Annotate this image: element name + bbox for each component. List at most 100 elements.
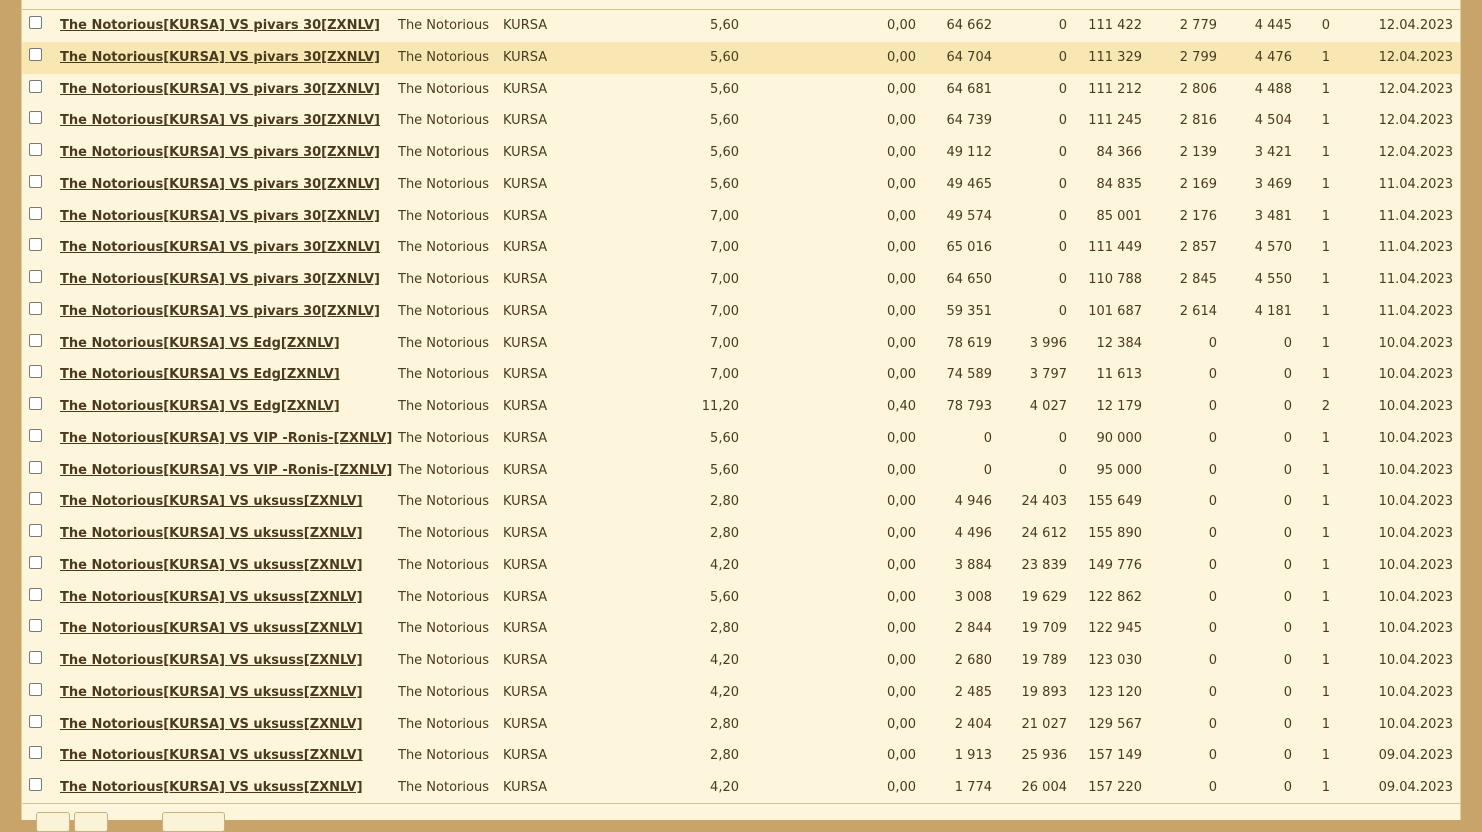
row-select-checkbox[interactable] [29, 238, 42, 252]
table-row: The Notorious[KURSA] VS uksuss[ZXNLV] Th… [22, 550, 1460, 582]
team-name: The Notorious [398, 462, 489, 478]
value-h: 1 [1321, 621, 1330, 637]
row-select-checkbox[interactable] [29, 524, 42, 537]
value-d: 24 403 [1021, 494, 1068, 510]
team-name: The Notorious [398, 748, 489, 764]
clan-tag: KURSA [503, 272, 548, 287]
value-h: 1 [1321, 208, 1330, 224]
value-h: 1 [1321, 81, 1330, 97]
row-select-checkbox[interactable] [29, 587, 42, 601]
value-c: 2 485 [954, 684, 992, 700]
row-select-checkbox[interactable] [29, 714, 42, 728]
value-g: 3 469 [1254, 176, 1292, 192]
pagination-page-button[interactable] [74, 812, 108, 832]
team-name: The Notorious [398, 557, 489, 573]
value-d: 0 [1058, 272, 1067, 287]
clan-tag: KURSA [503, 335, 548, 351]
value-c: 59 351 [946, 303, 993, 319]
clan-tag: KURSA [503, 526, 548, 541]
table-row: The Notorious[KURSA] VS uksuss[ZXNLV] Th… [22, 677, 1460, 709]
value-g: 4 504 [1254, 113, 1292, 129]
value-d: 23 839 [1021, 557, 1068, 573]
value-b: 0,00 [887, 621, 916, 637]
value-a: 2,80 [710, 748, 739, 764]
match-link[interactable]: The Notorious[KURSA] VS uksuss[ZXNLV] [60, 518, 363, 549]
match-link[interactable]: The Notorious[KURSA] VS uksuss[ZXNLV] [60, 677, 363, 708]
value-a: 7,00 [710, 367, 739, 383]
table-row: The Notorious[KURSA] VS uksuss[ZXNLV] Th… [22, 582, 1460, 614]
clan-tag: KURSA [503, 303, 548, 319]
row-select-checkbox[interactable] [29, 206, 42, 220]
value-c: 49 465 [946, 176, 993, 192]
value-e: 84 835 [1096, 176, 1143, 192]
match-link[interactable]: The Notorious[KURSA] VS pivars 30[ZXNLV] [60, 296, 380, 327]
match-date: 12.04.2023 [1378, 113, 1453, 129]
value-c: 65 016 [946, 240, 993, 256]
match-link[interactable]: The Notorious[KURSA] VS uksuss[ZXNLV] [60, 645, 363, 676]
match-link[interactable]: The Notorious[KURSA] VS pivars 30[ZXNLV] [60, 169, 380, 200]
row-select-checkbox[interactable] [29, 333, 42, 347]
match-link[interactable]: The Notorious[KURSA] VS uksuss[ZXNLV] [60, 613, 363, 644]
row-select-checkbox[interactable] [29, 492, 42, 506]
value-f: 2 799 [1179, 49, 1217, 65]
table-row: The Notorious[KURSA] VS pivars 30[ZXNLV]… [22, 74, 1460, 106]
match-link[interactable]: The Notorious[KURSA] VS Edg[ZXNLV] [60, 391, 340, 422]
match-link[interactable]: The Notorious[KURSA] VS uksuss[ZXNLV] [60, 740, 363, 771]
value-e: 111 212 [1088, 81, 1142, 97]
match-link[interactable]: The Notorious[KURSA] VS uksuss[ZXNLV] [60, 550, 363, 581]
match-link[interactable]: The Notorious[KURSA] VS uksuss[ZXNLV] [60, 582, 363, 613]
match-link[interactable]: The Notorious[KURSA] VS VIP -Ronis-[ZXNL… [60, 455, 392, 486]
value-g: 0 [1283, 748, 1292, 764]
row-select-checkbox[interactable] [29, 619, 42, 633]
match-link[interactable]: The Notorious[KURSA] VS pivars 30[ZXNLV] [60, 42, 380, 73]
value-f: 2 614 [1179, 303, 1217, 319]
pagination-prev-button[interactable] [36, 812, 70, 832]
match-link[interactable]: The Notorious[KURSA] VS Edg[ZXNLV] [60, 359, 340, 390]
row-select-checkbox[interactable] [29, 301, 42, 315]
row-select-checkbox[interactable] [29, 270, 42, 283]
match-link[interactable]: The Notorious[KURSA] VS uksuss[ZXNLV] [60, 772, 363, 803]
table-row: The Notorious[KURSA] VS pivars 30[ZXNLV]… [22, 296, 1460, 328]
match-link[interactable]: The Notorious[KURSA] VS pivars 30[ZXNLV] [60, 201, 380, 232]
row-select-checkbox[interactable] [29, 143, 42, 156]
match-link[interactable]: The Notorious[KURSA] VS pivars 30[ZXNLV] [60, 264, 380, 295]
row-select-checkbox[interactable] [29, 111, 42, 125]
value-a: 4,20 [710, 653, 739, 668]
row-select-checkbox[interactable] [29, 651, 42, 664]
value-e: 129 567 [1088, 716, 1142, 732]
value-a: 5,60 [710, 145, 739, 160]
row-select-checkbox[interactable] [29, 428, 42, 442]
value-b: 0,00 [887, 430, 916, 446]
row-select-checkbox[interactable] [29, 746, 42, 760]
value-a: 7,00 [710, 272, 739, 287]
match-table: The Notorious[KURSA] VS pivars 30[ZXNLV]… [22, 10, 1460, 804]
row-select-checkbox[interactable] [29, 16, 42, 29]
value-d: 0 [1058, 113, 1067, 129]
row-select-checkbox[interactable] [29, 47, 42, 61]
match-link[interactable]: The Notorious[KURSA] VS pivars 30[ZXNLV] [60, 74, 380, 105]
row-select-checkbox[interactable] [29, 79, 42, 93]
match-link[interactable]: The Notorious[KURSA] VS pivars 30[ZXNLV] [60, 105, 380, 136]
match-link[interactable]: The Notorious[KURSA] VS uksuss[ZXNLV] [60, 486, 363, 517]
match-link[interactable]: The Notorious[KURSA] VS VIP -Ronis-[ZXNL… [60, 423, 392, 454]
match-link[interactable]: The Notorious[KURSA] VS pivars 30[ZXNLV] [60, 232, 380, 263]
value-e: 84 366 [1096, 145, 1143, 160]
value-f: 0 [1208, 557, 1217, 573]
pagination-control[interactable] [162, 812, 225, 832]
match-link[interactable]: The Notorious[KURSA] VS pivars 30[ZXNLV] [60, 137, 380, 168]
match-link[interactable]: The Notorious[KURSA] VS uksuss[ZXNLV] [60, 709, 363, 740]
row-select-checkbox[interactable] [29, 460, 42, 474]
team-name: The Notorious [398, 399, 489, 414]
match-date: 12.04.2023 [1378, 81, 1453, 97]
value-f: 0 [1208, 621, 1217, 637]
value-a: 11,20 [701, 399, 739, 414]
row-select-checkbox[interactable] [29, 174, 42, 188]
match-link[interactable]: The Notorious[KURSA] VS pivars 30[ZXNLV] [60, 10, 380, 41]
row-select-checkbox[interactable] [29, 682, 42, 696]
row-select-checkbox[interactable] [29, 397, 42, 410]
row-select-checkbox[interactable] [29, 778, 42, 791]
row-select-checkbox[interactable] [29, 365, 42, 379]
row-select-checkbox[interactable] [29, 555, 42, 569]
value-a: 5,60 [710, 589, 739, 605]
match-link[interactable]: The Notorious[KURSA] VS Edg[ZXNLV] [60, 328, 340, 359]
